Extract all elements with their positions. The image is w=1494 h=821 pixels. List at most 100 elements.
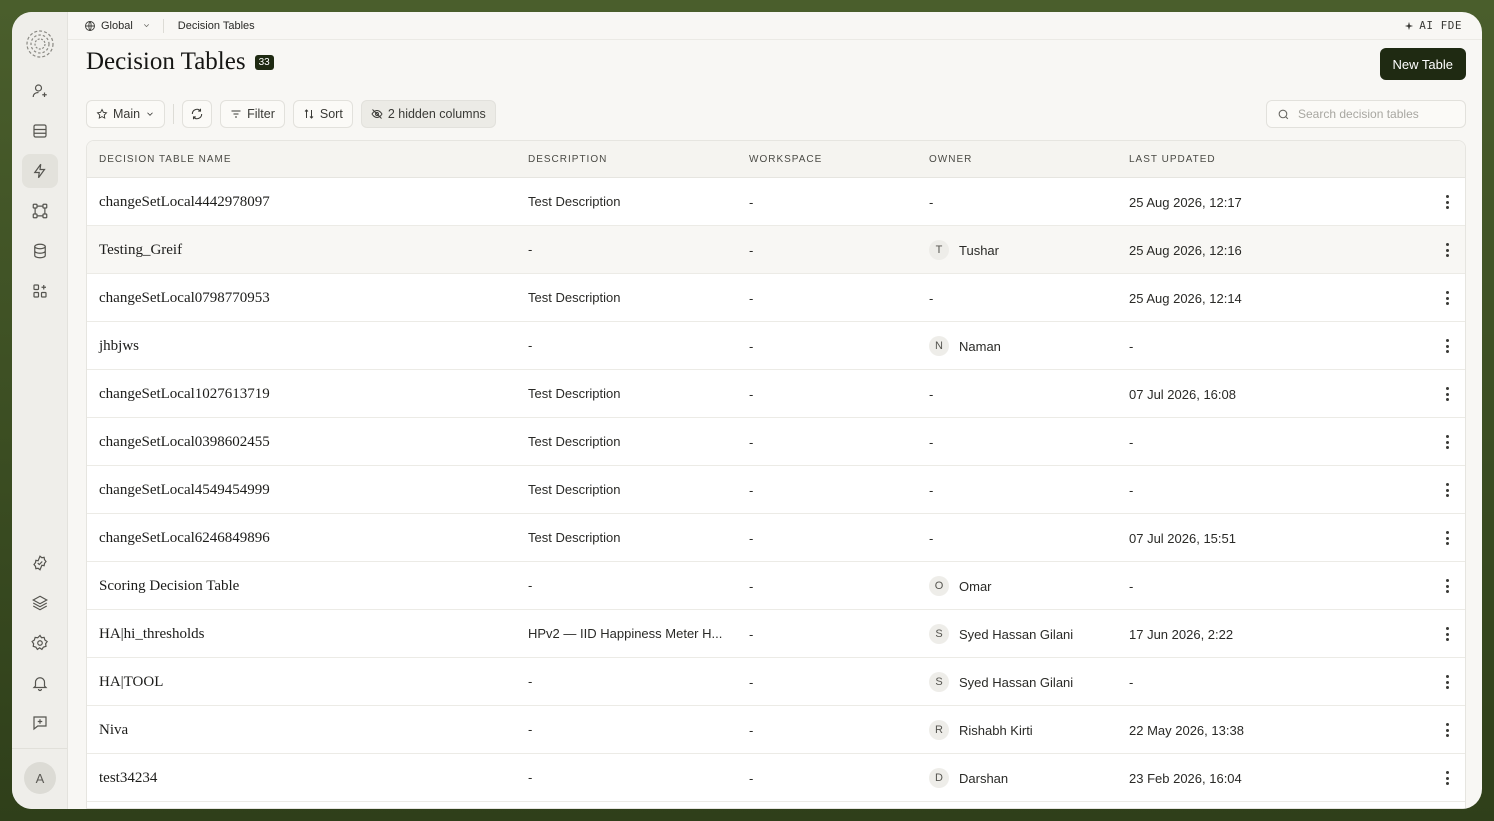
owner-cell: - xyxy=(929,418,933,466)
table-row[interactable]: changeSetLocal6246849896 Test Description… xyxy=(87,514,1465,562)
nav-bolt-icon[interactable] xyxy=(22,154,58,188)
nav-database-icon[interactable] xyxy=(22,234,58,268)
description-cell: - xyxy=(528,770,533,785)
decision-table-name[interactable]: jhbjws xyxy=(99,322,139,370)
table-row[interactable]: HA|TOOL - - S Syed Hassan Gilani - xyxy=(87,658,1465,706)
nav-badge-icon[interactable] xyxy=(22,546,58,580)
decision-table-name[interactable]: changeSetLocal4549454999 xyxy=(99,466,270,514)
nav-settings-icon[interactable] xyxy=(22,626,58,660)
row-menu-icon[interactable] xyxy=(1445,291,1449,305)
workspace-cell: - xyxy=(749,434,754,450)
nav-layers-icon[interactable] xyxy=(22,586,58,620)
nav-bell-icon[interactable] xyxy=(22,666,58,700)
table-row[interactable]: Scoring Decision Table - - O Omar - xyxy=(87,562,1465,610)
chevron-down-icon xyxy=(143,24,149,28)
owner-name: Omar xyxy=(959,578,992,594)
globe-icon xyxy=(85,20,95,31)
row-menu-icon[interactable] xyxy=(1445,387,1449,401)
column-header-name[interactable]: Decision Table Name xyxy=(99,154,232,165)
row-menu-icon[interactable] xyxy=(1445,675,1449,689)
row-menu-icon[interactable] xyxy=(1445,243,1449,257)
decision-table-name[interactable]: changeSetLocal0398602455 xyxy=(99,418,270,466)
search-input[interactable]: Search decision tables xyxy=(1266,100,1466,128)
decision-table-name[interactable]: test34234 xyxy=(99,754,157,802)
nav-feedback-icon[interactable] xyxy=(22,706,58,740)
refresh-icon xyxy=(191,108,203,120)
last-updated-cell: - xyxy=(1129,578,1134,594)
column-header-owner[interactable]: Owner xyxy=(929,154,972,165)
last-updated-cell: - xyxy=(1129,674,1134,690)
table-row[interactable]: changeSetLocal4549454999 Test Description… xyxy=(87,466,1465,514)
table-row[interactable]: jhbjws - - N Naman - xyxy=(87,322,1465,370)
new-table-button[interactable]: New Table xyxy=(1379,48,1466,80)
count-badge: 33 xyxy=(254,54,274,70)
decision-table-name[interactable]: HA|hi_thresholds xyxy=(99,610,205,658)
owner-cell: - xyxy=(929,370,933,418)
last-updated-cell: 25 Aug 2026, 12:14 xyxy=(1129,290,1242,306)
nav-apps-icon[interactable] xyxy=(22,274,58,308)
workspace-cell: - xyxy=(749,578,754,594)
decision-table-name[interactable]: Scoring Decision Table xyxy=(99,562,239,610)
sort-label: Sort xyxy=(319,107,343,121)
sort-button[interactable]: Sort xyxy=(292,100,353,128)
description-cell: Test Description xyxy=(528,434,621,449)
table-row[interactable]: changeSetLocal0398602455 Test Description… xyxy=(87,418,1465,466)
owner-cell: R Rishabh Kirti xyxy=(929,706,1033,754)
last-updated-cell: - xyxy=(1129,338,1134,354)
ai-fde-button[interactable]: AI FDE xyxy=(1404,19,1462,32)
table-row[interactable]: changeSetLocal4442978097 Test Description… xyxy=(87,178,1465,226)
owner-cell: O Omar xyxy=(929,562,992,610)
decision-table-name[interactable]: changeSetLocal6246849896 xyxy=(99,514,270,562)
last-updated-cell: 07 Jul 2026, 16:08 xyxy=(1129,386,1236,402)
owner-cell: T Tushar xyxy=(929,226,999,274)
row-menu-icon[interactable] xyxy=(1445,627,1449,641)
column-header-last-updated[interactable]: Last Updated xyxy=(1129,154,1216,165)
decision-table-name[interactable]: HA|TOOL xyxy=(99,658,163,706)
table-row[interactable]: test34234 - - D Darshan 23 Feb 2026, 16:04 xyxy=(87,754,1465,802)
nav-workflow-icon[interactable] xyxy=(22,194,58,228)
row-menu-icon[interactable] xyxy=(1445,339,1449,353)
row-menu-icon[interactable] xyxy=(1445,195,1449,209)
column-header-description[interactable]: Description xyxy=(528,154,607,165)
row-menu-icon[interactable] xyxy=(1445,579,1449,593)
decision-table-name[interactable]: changeSetLocal4442978097 xyxy=(99,178,270,226)
row-menu-icon[interactable] xyxy=(1445,723,1449,737)
table-row[interactable]: changeSetLocal0798770953 Test Description… xyxy=(87,274,1465,322)
row-menu-icon[interactable] xyxy=(1445,483,1449,497)
row-menu-icon[interactable] xyxy=(1445,435,1449,449)
table-row[interactable]: changeSetLocal1027613719 Test Description… xyxy=(87,370,1465,418)
table-row[interactable]: Testing_Greif - - T Tushar 25 Aug 2026, 12:16 xyxy=(87,226,1465,274)
decision-table-name[interactable]: Testing_Greif xyxy=(99,226,182,274)
workspace-cell: - xyxy=(749,194,754,210)
owner-avatar: O xyxy=(929,576,949,596)
owner-cell: - xyxy=(929,178,933,226)
owner-avatar: S xyxy=(929,624,949,644)
row-menu-icon[interactable] xyxy=(1445,771,1449,785)
table-row[interactable]: HA|hi_thresholds HPv2 — IID Happiness Met… xyxy=(87,610,1465,658)
description-cell: - xyxy=(528,578,533,593)
nav-users-icon[interactable] xyxy=(22,74,58,108)
owner-name: - xyxy=(929,482,934,498)
owner-cell: - xyxy=(929,274,933,322)
toolbar-divider xyxy=(173,104,175,124)
decision-table-name[interactable]: Niva xyxy=(99,706,128,754)
filter-button[interactable]: Filter xyxy=(220,100,285,128)
row-menu-icon[interactable] xyxy=(1445,531,1449,545)
decision-table-name[interactable]: changeSetLocal1027613719 xyxy=(99,370,270,418)
table-row[interactable]: Niva - - R Rishabh Kirti 22 May 2026, 13:38 xyxy=(87,706,1465,754)
user-avatar[interactable]: A xyxy=(24,762,56,794)
owner-name: Naman xyxy=(959,338,1001,354)
sparkle-icon xyxy=(1405,21,1414,30)
decision-table-name[interactable]: changeSetLocal0798770953 xyxy=(99,274,270,322)
hidden-columns-button[interactable]: 2 hidden columns xyxy=(360,100,496,128)
workspace-cell: - xyxy=(749,290,754,306)
logo-icon[interactable] xyxy=(24,28,56,60)
view-selector-button[interactable]: Main xyxy=(86,100,166,128)
refresh-button[interactable] xyxy=(182,100,213,128)
breadcrumb-scope-label: Global xyxy=(101,19,133,32)
column-header-workspace[interactable]: Workspace xyxy=(749,154,822,165)
nav-table-icon[interactable] xyxy=(22,114,58,148)
owner-name: Syed Hassan Gilani xyxy=(959,626,1074,642)
breadcrumb-scope[interactable]: Global xyxy=(84,20,151,32)
description-cell: - xyxy=(528,722,533,737)
